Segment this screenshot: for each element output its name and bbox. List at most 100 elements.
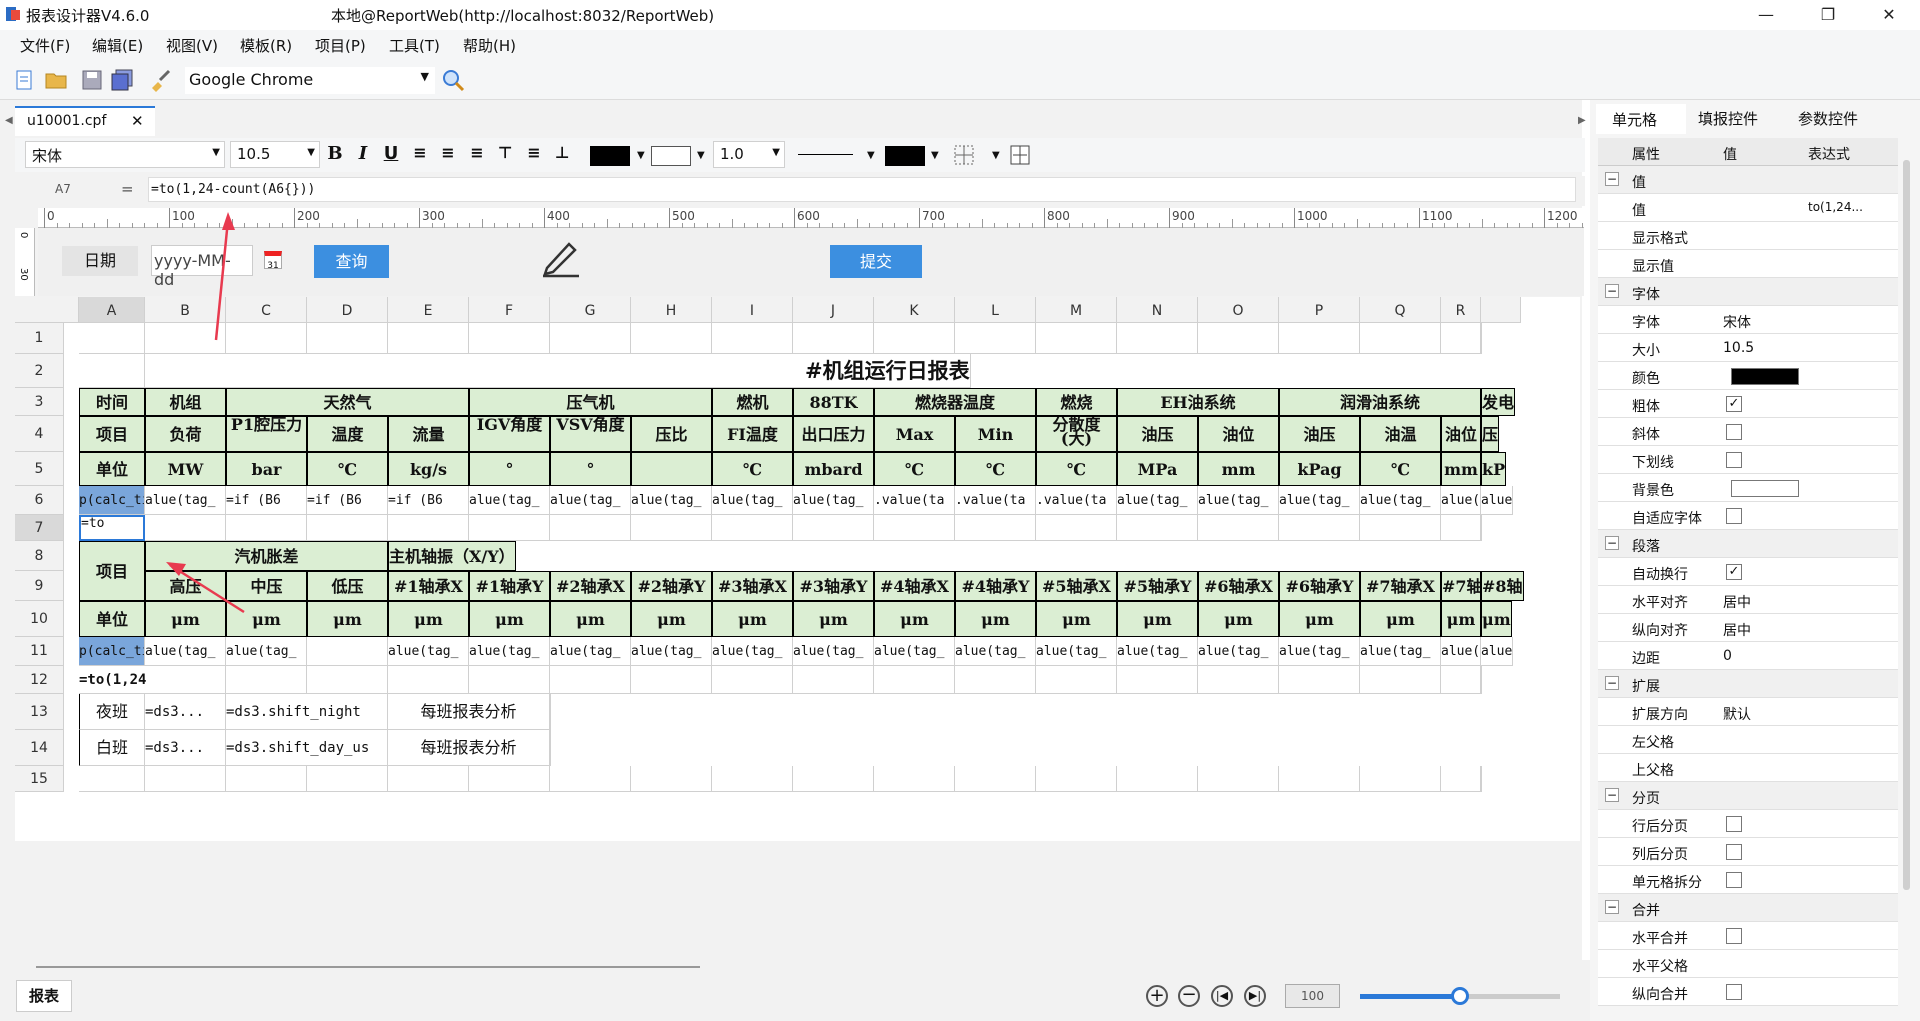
expr-cell-2[interactable]: alue(tag_ [1117,637,1198,666]
header-item[interactable]: 分散度(大) [1036,416,1117,452]
row-header[interactable]: 13 [15,694,64,730]
tab-fill-control[interactable]: 填报控件 [1698,108,1758,129]
chevron-down-icon[interactable]: ▼ [637,150,645,161]
row-header[interactable]: 9 [15,571,64,601]
cell-a12[interactable]: =to(1,24 [79,666,226,694]
header-88tk[interactable]: 88TK [793,388,874,416]
grid-cell[interactable] [793,666,874,694]
expr-cell[interactable]: alue(tag_ [550,486,631,515]
grid-cell[interactable] [793,323,874,354]
grid-cell[interactable] [874,766,955,792]
grid-cell[interactable] [1441,666,1481,694]
grid-cell[interactable] [1279,766,1360,792]
header-turbine[interactable]: 燃机 [712,388,793,416]
unit-cell-2[interactable]: μm [793,601,874,637]
shift-analysis-span[interactable] [550,730,551,766]
browser-select[interactable]: Google Chrome ▼ [185,67,435,94]
unit-cell[interactable]: ℃ [874,452,955,486]
brush-icon[interactable] [148,68,172,92]
grid-cell[interactable] [550,766,631,792]
grid-cell[interactable] [1360,766,1441,792]
report-title[interactable]: #机组运行日报表 [145,354,971,388]
collapse-icon[interactable]: − [1605,788,1619,802]
prop-row[interactable]: 边距 0 [1598,642,1898,670]
prop-row[interactable]: 显示格式 [1598,222,1898,250]
column-header[interactable]: H [631,297,712,323]
row-header[interactable]: 8 [15,541,64,571]
unit-cell[interactable]: mm [1441,452,1481,486]
underline-icon[interactable]: U [379,143,403,164]
column-header[interactable]: A [79,297,145,323]
expr-cell-2[interactable]: alue(tag_ [1279,637,1360,666]
prop-value[interactable]: 居中 [1723,592,1751,612]
prop-row[interactable]: 水平对齐 居中 [1598,586,1898,614]
shift-expr-c[interactable]: =ds3.shift_day_us [226,730,388,766]
unit-cell-2[interactable]: μm [874,601,955,637]
prop-row[interactable]: − 分页 [1598,782,1898,810]
expr-cell-2[interactable]: alue(tag_ [712,637,793,666]
grid-cell[interactable] [1036,515,1117,541]
font-family-select[interactable]: 宋体 ▼ [25,141,225,168]
preview-search-icon[interactable] [441,68,465,92]
header-item[interactable]: 油温 [1360,416,1441,452]
header-lube[interactable]: 润滑油系统 [1279,388,1481,416]
expr-cell-2[interactable]: alue(tag_ [955,637,1036,666]
grid-cell[interactable] [712,766,793,792]
grid-cell[interactable] [1279,515,1360,541]
header-item[interactable]: 油压 [1279,416,1360,452]
header-bearing[interactable]: #4轴承Y [955,571,1036,601]
prop-row[interactable]: 斜体 [1598,418,1898,446]
header-bearing[interactable]: #3轴承X [712,571,793,601]
header-item-2[interactable]: 项目 [79,541,145,601]
collapse-icon[interactable]: − [1605,676,1619,690]
checkbox[interactable]: ✓ [1726,564,1742,580]
tab-param-control[interactable]: 参数控件 [1798,108,1858,129]
fill-color-swatch[interactable] [651,146,691,166]
column-header[interactable]: Q [1360,297,1441,323]
bold-icon[interactable]: B [323,143,347,164]
grid-cell[interactable] [79,766,145,792]
prop-row[interactable]: 水平合并 [1598,922,1898,950]
zoom-out-icon[interactable]: − [1178,985,1200,1007]
column-header[interactable]: F [469,297,550,323]
collapse-icon[interactable]: − [1605,536,1619,550]
line-width-select[interactable]: 1.0 ▼ [713,141,785,168]
header-item[interactable]: 压 [1481,416,1500,452]
header-item[interactable]: 压比 [631,416,712,452]
grid-cell[interactable] [712,323,793,354]
grid-cell[interactable] [1360,515,1441,541]
shift-expr-b[interactable]: =ds3... [145,730,226,766]
expr-cell[interactable]: alue(tag_ [1441,486,1481,515]
grid-cell[interactable] [1117,515,1198,541]
grid-cell[interactable] [712,666,793,694]
grid-cell[interactable] [874,515,955,541]
header-bearing[interactable]: #3轴承Y [793,571,874,601]
prop-row[interactable]: − 合并 [1598,894,1898,922]
expr-cell-2[interactable]: alue [1481,637,1514,666]
column-header[interactable]: K [874,297,955,323]
unit-cell[interactable]: ℃ [1360,452,1441,486]
grid-cell[interactable] [388,323,469,354]
prop-row[interactable]: 水平父格 [1598,950,1898,978]
grid-cell[interactable] [226,666,307,694]
checkbox[interactable] [1726,424,1742,440]
tab-cell[interactable]: 单元格 [1596,104,1686,134]
grid-cell[interactable] [1441,766,1481,792]
header-bearing[interactable]: #5轴承X [1036,571,1117,601]
grid-cell[interactable] [550,323,631,354]
shift-analysis-span[interactable] [550,694,551,730]
prop-value[interactable]: 0 [1723,648,1732,664]
merge-cells-icon[interactable] [1008,143,1032,167]
prop-value[interactable]: 宋体 [1723,312,1751,332]
grid-cell[interactable] [145,766,226,792]
save-icon[interactable] [80,68,104,92]
checkbox[interactable]: ✓ [1726,396,1742,412]
align-center-icon[interactable]: ≡ [436,143,460,162]
unit-cell-2[interactable]: μm [1441,601,1481,637]
column-header[interactable]: E [388,297,469,323]
expr-cell-2[interactable]: alue(tag_ [226,637,307,666]
save-all-icon[interactable] [110,68,134,92]
header-bearing[interactable]: #1轴承X [388,571,469,601]
header-eh[interactable]: EH油系统 [1117,388,1279,416]
unit-cell[interactable]: kPag [1279,452,1360,486]
